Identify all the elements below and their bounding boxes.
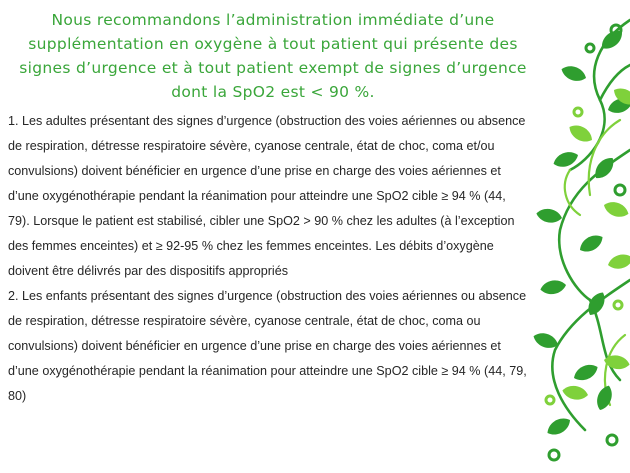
slide: Nous recommandons l’administration imméd… bbox=[0, 0, 630, 473]
vine-leaves-icon bbox=[531, 18, 630, 462]
paragraph-adults: 1. Les adultes présentant des signes d’u… bbox=[8, 114, 526, 278]
headline: Nous recommandons l’administration imméd… bbox=[19, 11, 527, 101]
paragraph-children: 2. Les enfants présentant des signes d’u… bbox=[8, 289, 527, 403]
body-text: 1. Les adultes présentant des signes d’u… bbox=[8, 109, 528, 409]
